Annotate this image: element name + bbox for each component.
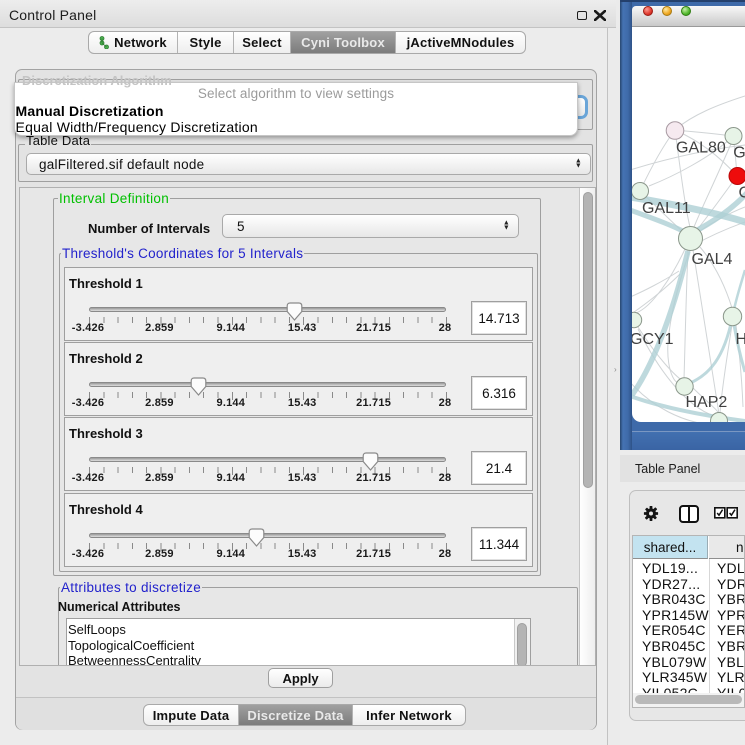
svg-text:C: C bbox=[739, 185, 745, 202]
svg-text:GA: GA bbox=[733, 145, 745, 162]
svg-text:GAL80: GAL80 bbox=[676, 140, 726, 157]
svg-text:HAP2: HAP2 bbox=[686, 394, 728, 411]
svg-text:GAL4: GAL4 bbox=[692, 251, 733, 268]
svg-text:GAL11: GAL11 bbox=[642, 200, 691, 217]
svg-text:GCY1: GCY1 bbox=[632, 331, 674, 348]
svg-text:H: H bbox=[736, 331, 745, 348]
